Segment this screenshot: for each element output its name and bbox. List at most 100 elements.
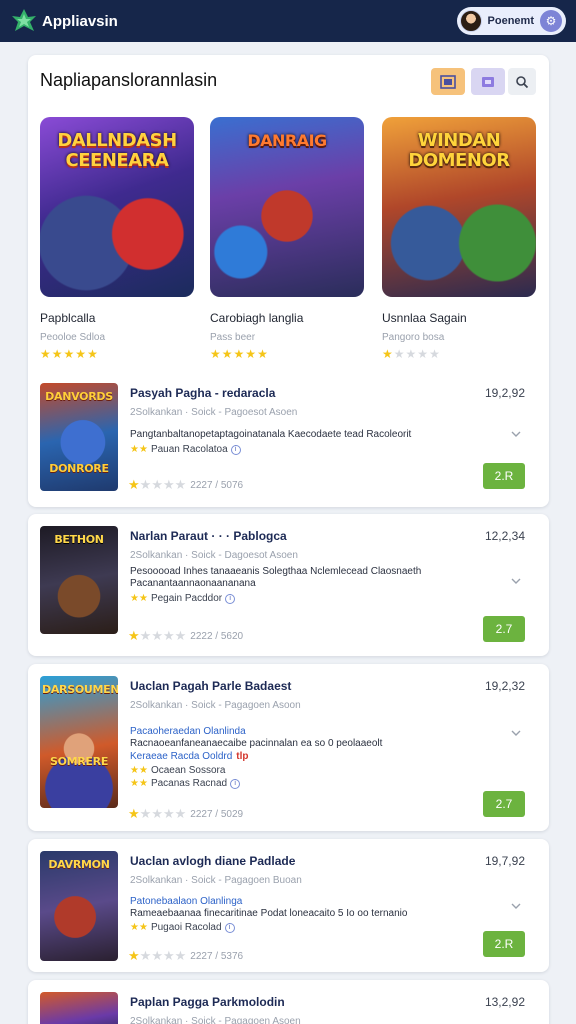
game-thumbnail[interactable]: DAVRMON [40, 851, 118, 961]
tile-title: Carobiagh langlia [210, 311, 304, 325]
game-thumbnail[interactable]: BETHON [40, 526, 118, 634]
get-button[interactable]: 2.7 [483, 791, 525, 817]
search-button[interactable] [508, 68, 536, 95]
mini-rating-label: Pauan Racolatoa [150, 444, 228, 455]
star-filled-icon: ★ [382, 347, 394, 361]
user-menu[interactable]: Poenemt ⚙ [456, 7, 566, 35]
star-empty-icon: ★ [151, 628, 163, 643]
chevron-down-icon[interactable] [511, 901, 521, 911]
star-empty-icon: ★ [393, 347, 406, 361]
settings-icon[interactable]: ⚙ [540, 10, 562, 32]
app-card: DARSOUMEN SOMRERE Uaclan Pagah Parle Bad… [28, 664, 549, 831]
list-view-button[interactable] [471, 68, 505, 95]
item-price: 12,2,34 [484, 529, 525, 543]
star-rating: ★★★★★ [128, 477, 186, 493]
cover-title: DALLNDASH CEENEARA [57, 130, 177, 171]
game-cover-image[interactable]: DANRAIG [210, 117, 364, 297]
mini-stars: ★★ [130, 778, 148, 789]
featured-tile[interactable]: DALLNDASH CEENEARA Papblcalla Peooloe Sd… [40, 117, 194, 360]
rating-count: 2222 / 5620 [190, 630, 244, 642]
star-empty-icon: ★ [139, 628, 152, 643]
list-item[interactable]: BETHON Narlan Paraut · · · Pablogca 12,2… [40, 526, 537, 643]
feature-flag: Keraeae Racda Ooldrd tlp [130, 751, 249, 762]
star-empty-icon: ★ [162, 477, 175, 492]
item-title[interactable]: Uaclan avlogh diane Padlade [130, 854, 295, 868]
item-price: 13,2,92 [484, 995, 525, 1009]
leaf-logo-icon [12, 9, 36, 31]
chevron-down-icon[interactable] [511, 576, 521, 586]
mini-rating: ★★ Pegain Pacddor i [130, 593, 236, 604]
list-item[interactable]: DAVRMON Uaclan avlogh diane Padlade 19,7… [40, 851, 537, 963]
item-title[interactable]: Narlan Paraut · · · Pablogca [130, 529, 287, 543]
item-meta: 2Solkankan · Soick - Dagoesot Asoen [130, 550, 298, 561]
list-item[interactable]: DANVORDS DONRORE Pasyah Pagha - redaracl… [40, 383, 537, 495]
star-rating: ★★★★★ [40, 348, 194, 360]
mini-rating-secondary: ★★ Pacanas Racnad i [130, 778, 241, 789]
star-filled-icon: ★ [87, 347, 99, 361]
thumbnail-title: BETHON [54, 533, 104, 546]
item-price: 19,2,32 [484, 679, 525, 693]
game-cover-image[interactable]: DALLNDASH CEENEARA [40, 117, 194, 297]
star-filled-icon: ★ [75, 347, 88, 361]
developer-link[interactable]: Pacaoheraedan Olanlinda [130, 726, 246, 737]
item-title[interactable]: Uaclan Pagah Parle Badaest [130, 679, 291, 693]
cover-title: DANRAIG [247, 131, 327, 150]
mini-stars: ★★ [130, 444, 148, 455]
developer-link[interactable]: Patonebaalaon Olanlinga [130, 896, 242, 907]
rating-count: 2227 / 5076 [190, 479, 244, 491]
mini-stars: ★★ [130, 922, 148, 933]
star-rating: ★★★★★ [210, 348, 364, 360]
mini-rating: ★★ Pugaoi Racolad i [130, 922, 235, 933]
search-icon [516, 75, 529, 88]
star-empty-icon: ★ [405, 347, 418, 361]
get-button[interactable]: 2.7 [483, 616, 525, 642]
star-filled-icon: ★ [51, 347, 64, 361]
mini-stars: ★★ [130, 765, 148, 776]
game-thumbnail[interactable]: DANVORDS DONRORE [40, 383, 118, 491]
item-title[interactable]: Pasyah Pagha - redaracla [130, 386, 275, 400]
featured-panel: Napliapanslorannlasin DALLNDASH CEENEARA… [28, 55, 549, 507]
brand[interactable]: Appliavsin [10, 7, 118, 35]
app-name: Appliavsin [42, 12, 118, 30]
grid-view-button[interactable] [431, 68, 465, 95]
star-filled-icon: ★ [245, 347, 258, 361]
item-description-2: Pacanantaannaonaananana [130, 578, 256, 589]
star-filled-icon: ★ [40, 347, 52, 361]
star-empty-icon: ★ [151, 477, 163, 492]
mini-rating-label: Pegain Pacddor [150, 593, 223, 604]
game-thumbnail[interactable]: DARSOUMEN SOMRERE [40, 676, 118, 808]
avatar [459, 10, 482, 32]
game-thumbnail[interactable] [40, 992, 118, 1024]
star-empty-icon: ★ [139, 948, 152, 963]
app-card: DAVRMON Uaclan avlogh diane Padlade 19,7… [28, 839, 549, 972]
star-filled-icon: ★ [257, 347, 269, 361]
chevron-down-icon[interactable] [511, 429, 521, 439]
featured-tile[interactable]: WINDAN DOMENOR Usnnlaa Sagain Pangoro bo… [382, 117, 536, 360]
star-filled-icon: ★ [233, 347, 246, 361]
get-button[interactable]: 2.R [483, 931, 525, 957]
app-card: BETHON Narlan Paraut · · · Pablogca 12,2… [28, 514, 549, 656]
featured-tile[interactable]: DANRAIG Carobiagh langlia Pass beer ★★★★… [210, 117, 364, 360]
get-button[interactable]: 2.R [483, 463, 525, 489]
list-item[interactable]: DARSOUMEN SOMRERE Uaclan Pagah Parle Bad… [40, 676, 537, 821]
info-icon[interactable]: i [225, 593, 236, 604]
chevron-down-icon[interactable] [511, 728, 521, 738]
tile-title: Papblcalla [40, 311, 96, 325]
item-meta: 2Solkankan · Soick - Pagagoen Buoan [130, 875, 302, 886]
item-description: Rameaebaanaa finecaritinae Podat loneaca… [130, 908, 408, 919]
star-filled-icon: ★ [221, 347, 234, 361]
info-icon[interactable]: i [224, 922, 235, 933]
item-title[interactable]: Paplan Pagga Parkmolodin [130, 995, 285, 1009]
info-icon[interactable]: i [230, 444, 241, 455]
list-item[interactable]: Paplan Pagga Parkmolodin 13,2,92 2Solkan… [40, 992, 537, 1024]
star-empty-icon: ★ [162, 948, 175, 963]
game-cover-image[interactable]: WINDAN DOMENOR [382, 117, 536, 297]
info-icon[interactable]: i [230, 778, 241, 789]
item-price: 19,7,92 [484, 854, 525, 868]
star-filled-icon: ★ [128, 628, 140, 643]
star-rating: ★★★★★ [128, 806, 186, 822]
star-empty-icon: ★ [174, 806, 187, 821]
star-empty-icon: ★ [151, 806, 163, 821]
star-filled-icon: ★ [128, 806, 140, 821]
star-empty-icon: ★ [139, 806, 152, 821]
